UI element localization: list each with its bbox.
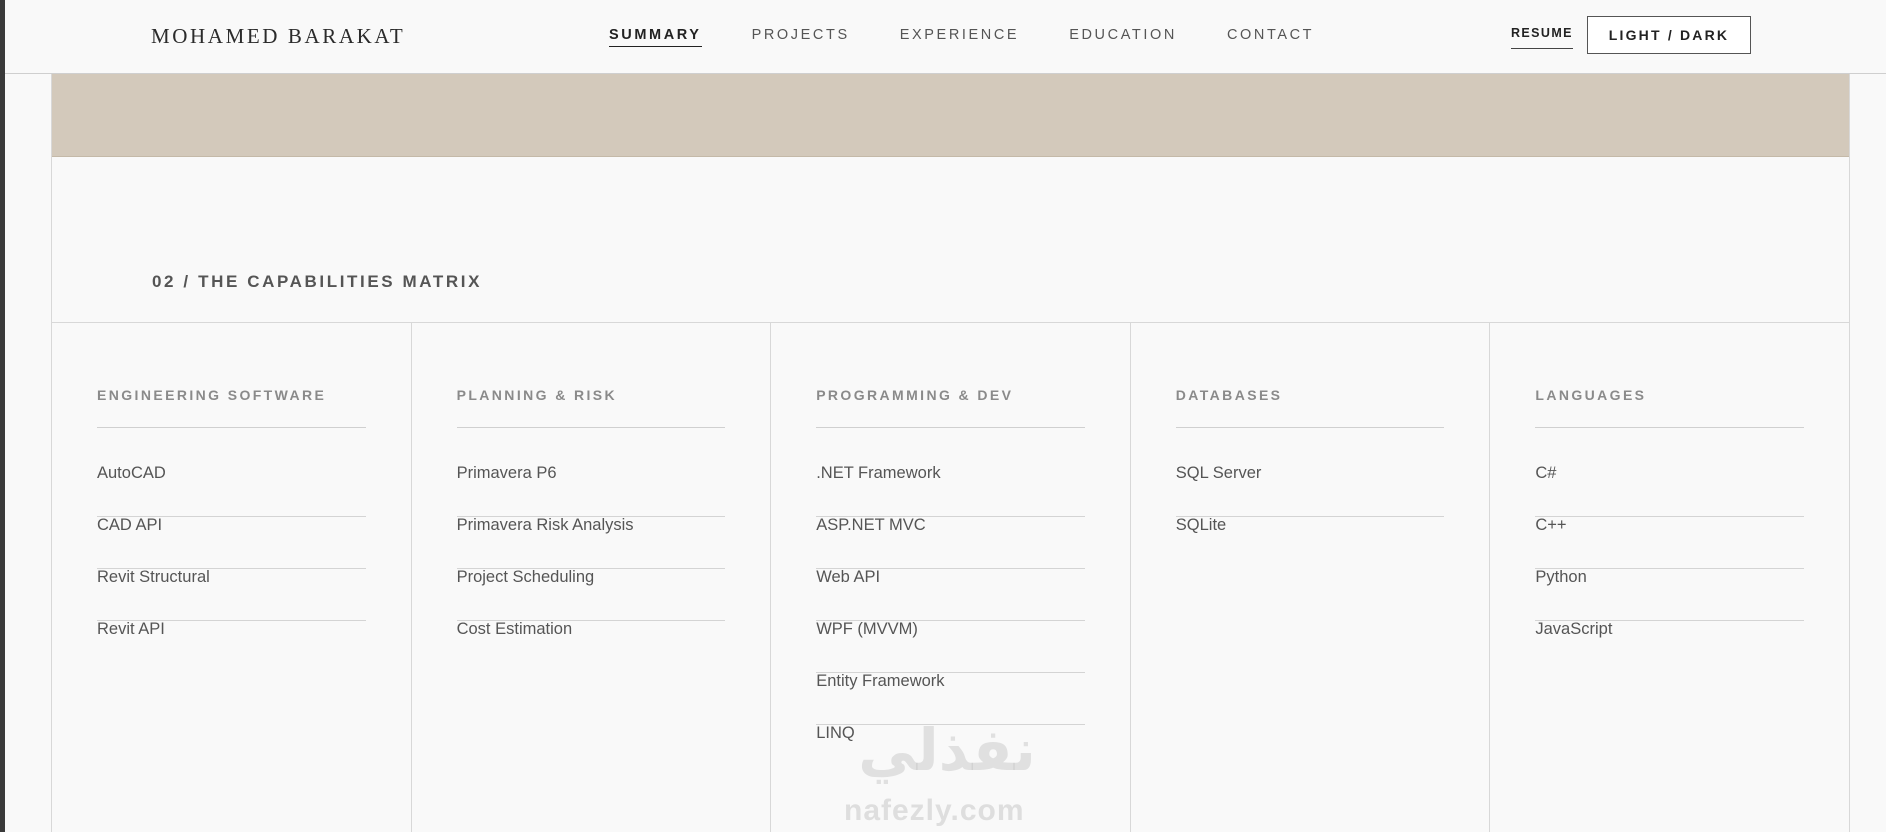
column-heading: ENGINEERING SOFTWARE: [97, 387, 366, 428]
skill-list: C# C++ Python JavaScript: [1535, 465, 1804, 673]
hero-banner: [52, 74, 1849, 157]
capabilities-matrix: ENGINEERING SOFTWARE AutoCAD CAD API Rev…: [52, 322, 1849, 832]
column-languages: LANGUAGES C# C++ Python JavaScript: [1490, 323, 1849, 832]
skill-list: SQL Server SQLite: [1175, 465, 1445, 569]
skill-item: JavaScript: [1535, 620, 1613, 638]
nav-experience[interactable]: EXPERIENCE: [900, 27, 1019, 47]
skill-item: SQLite: [1175, 516, 1227, 534]
skill-list: AutoCAD CAD API Revit Structural Revit A…: [97, 465, 366, 673]
nav-education[interactable]: EDUCATION: [1069, 27, 1177, 47]
column-heading: PROGRAMMING & DEV: [816, 387, 1085, 428]
site-header: MOHAMED BARAKAT SUMMARY PROJECTS EXPERIE…: [5, 0, 1886, 74]
skill-item: Entity Framework: [816, 673, 1085, 725]
skill-item: WPF (MVVM): [816, 621, 1085, 673]
column-heading: PLANNING & RISK: [456, 387, 726, 428]
nav-summary[interactable]: SUMMARY: [609, 27, 702, 47]
skill-item: CAD API: [97, 517, 366, 569]
skill-item: Python: [1535, 569, 1804, 621]
section-title: 02 / THE CAPABILITIES MATRIX: [152, 272, 483, 291]
skill-item: C#: [1535, 465, 1804, 517]
skill-item: SQL Server: [1175, 465, 1445, 517]
nav-contact[interactable]: CONTACT: [1227, 27, 1314, 47]
column-planning-risk: PLANNING & RISK Primavera P6 Primavera R…: [412, 323, 772, 832]
column-engineering-software: ENGINEERING SOFTWARE AutoCAD CAD API Rev…: [52, 323, 412, 832]
column-programming-dev: PROGRAMMING & DEV .NET Framework ASP.NET…: [771, 323, 1131, 832]
skill-item: Web API: [816, 569, 1085, 621]
skill-list: Primavera P6 Primavera Risk Analysis Pro…: [456, 465, 726, 673]
skill-item: Revit API: [97, 620, 165, 638]
skill-item: C++: [1535, 517, 1804, 569]
window-edge: [0, 0, 5, 832]
skill-list: .NET Framework ASP.NET MVC Web API WPF (…: [816, 465, 1085, 777]
main-nav: SUMMARY PROJECTS EXPERIENCE EDUCATION CO…: [609, 27, 1314, 47]
skill-item: AutoCAD: [97, 465, 366, 517]
column-databases: DATABASES SQL Server SQLite: [1131, 323, 1491, 832]
site-logo[interactable]: MOHAMED BARAKAT: [151, 24, 405, 49]
skill-item: Primavera Risk Analysis: [456, 517, 726, 569]
skill-item: ASP.NET MVC: [816, 517, 1085, 569]
skill-item: Cost Estimation: [456, 620, 573, 638]
capabilities-section: 02 / THE CAPABILITIES MATRIX ENGINEERING…: [51, 74, 1850, 832]
nav-projects[interactable]: PROJECTS: [752, 27, 850, 47]
column-heading: DATABASES: [1175, 387, 1445, 428]
skill-item: LINQ: [816, 724, 855, 742]
skill-item: Revit Structural: [97, 569, 366, 621]
skill-item: Project Scheduling: [456, 569, 726, 621]
skill-item: Primavera P6: [456, 465, 726, 517]
theme-toggle-button[interactable]: LIGHT / DARK: [1587, 16, 1751, 54]
resume-link[interactable]: RESUME: [1511, 26, 1573, 49]
column-heading: LANGUAGES: [1535, 387, 1804, 428]
skill-item: .NET Framework: [816, 465, 1085, 517]
